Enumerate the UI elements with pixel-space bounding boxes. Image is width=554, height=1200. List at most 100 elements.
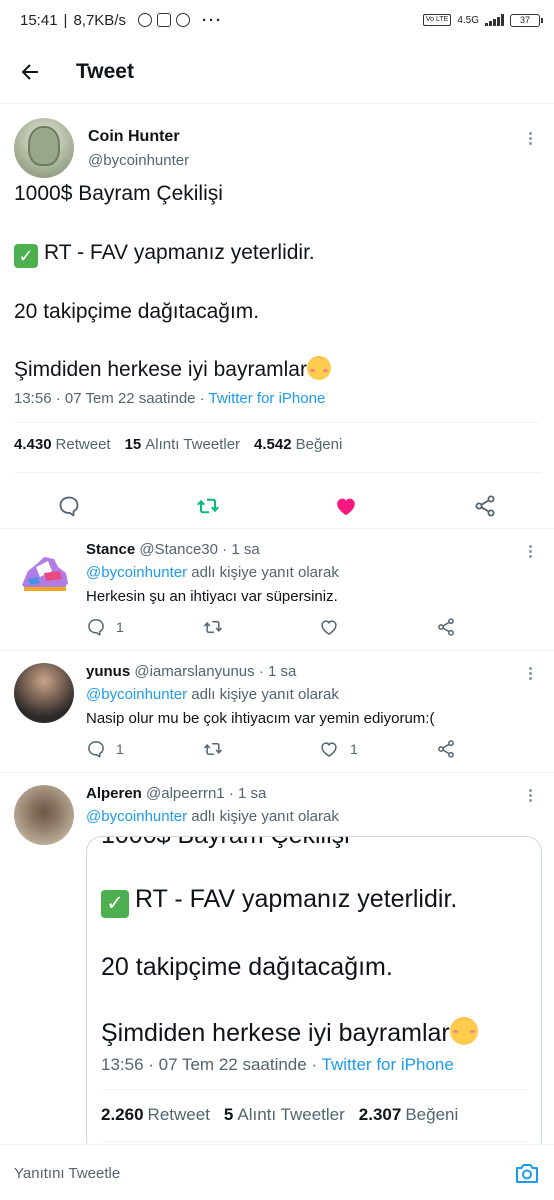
volte-icon: Vo LTE	[422, 14, 452, 26]
quote-count[interactable]: 15 Alıntı Tweetler	[125, 436, 240, 453]
tweet-text-line: 20 takipçime dağıtacağım.	[14, 300, 260, 323]
retweet-count[interactable]: 4.430 Retweet	[14, 436, 111, 453]
reply-time: · 1 sa	[222, 541, 260, 558]
tweet-actions	[0, 484, 554, 528]
share-icon[interactable]	[473, 494, 497, 518]
reply-header: Alperen @alpeerrn1 · 1 sa	[86, 785, 266, 802]
reply-author-handle[interactable]: @alpeerrn1	[146, 785, 225, 802]
reply-text: Herkesin şu an ihtiyacı var süpersiniz.	[86, 588, 338, 605]
reply-author-name[interactable]: Alperen	[86, 785, 142, 802]
tweet-timestamp: 13:56 · 07 Tem 22 saatinde · Twitter for…	[14, 390, 326, 407]
reply-retweet-button[interactable]	[202, 617, 224, 637]
reply-author-handle[interactable]: @iamarslanyunus	[134, 663, 254, 680]
divider	[14, 422, 540, 423]
check-mark-emoji-icon: ✓	[14, 244, 38, 268]
retweet-icon	[203, 621, 223, 633]
reply-share-button[interactable]	[436, 739, 456, 759]
reply-like-button[interactable]	[318, 617, 350, 637]
divider	[101, 1089, 527, 1090]
heart-outline-icon	[321, 742, 337, 757]
reply-comment-count: 1	[116, 619, 124, 635]
embed-text-line: 20 takipçime dağıtacağım.	[101, 953, 393, 981]
app-header: Tweet	[0, 40, 554, 104]
tweet-more-button[interactable]	[520, 128, 540, 148]
reply-more-button[interactable]	[520, 663, 540, 683]
heart-outline-icon	[321, 620, 337, 635]
sneaker-avatar-icon	[22, 557, 68, 591]
reply-more-button[interactable]	[520, 541, 540, 561]
like-filled-icon[interactable]	[334, 494, 358, 518]
tweet-stats: 4.430 Retweet 15 Alıntı Tweetler 4.542 Beğe…	[14, 436, 342, 453]
author-handle[interactable]: @bycoinhunter	[88, 152, 189, 169]
arrow-left-icon	[21, 63, 38, 80]
reply-author-name[interactable]: Stance	[86, 541, 135, 558]
reply-icon	[88, 619, 104, 636]
divider	[14, 472, 540, 473]
reply-author-handle[interactable]: @Stance30	[139, 541, 218, 558]
tweet-source-link[interactable]: Twitter for iPhone	[209, 390, 326, 407]
reply-comment-button[interactable]: 1	[86, 617, 124, 637]
embed-text-line: Şimdiden herkese iyi bayramlar	[101, 1017, 478, 1048]
reply-retweet-button[interactable]	[202, 739, 224, 759]
reply-avatar[interactable]	[14, 785, 74, 845]
reply-input[interactable]	[0, 1145, 500, 1200]
check-mark-emoji-icon: ✓	[101, 890, 129, 918]
share-icon	[438, 618, 454, 636]
author-name[interactable]: Coin Hunter	[88, 128, 180, 146]
signal-icon	[485, 14, 504, 26]
reply-avatar[interactable]	[14, 663, 74, 723]
embed-text-line: 1000$ Bayram Çekilişi	[101, 837, 350, 850]
reply-time: · 1 sa	[258, 663, 297, 680]
network-type: 4.5G	[457, 14, 479, 26]
reply-time: · 1 sa	[228, 785, 267, 802]
more-notifications-icon: ···	[201, 11, 223, 29]
reply-icon	[88, 741, 104, 758]
camera-icon[interactable]	[514, 1161, 540, 1185]
status-bar: 15:41 | 8,7KB/s ··· Vo LTE 4.5G 37	[0, 0, 554, 40]
status-time: 15:41	[20, 11, 58, 29]
replying-to: @bycoinhunter adlı kişiye yanıt olarak	[86, 808, 339, 825]
reply-actions: 1 1	[86, 739, 466, 763]
main-tweet: Coin Hunter @bycoinhunter 1000$ Bayram Ç…	[0, 104, 554, 517]
reply-author-name[interactable]: yunus	[86, 663, 130, 680]
mention-link[interactable]: @bycoinhunter	[86, 808, 187, 825]
author-avatar[interactable]	[14, 118, 74, 178]
reply-header: Stance @Stance30 · 1 sa	[86, 541, 260, 558]
reply-tweet[interactable]: Stance @Stance30 · 1 sa @bycoinhunter ad…	[0, 529, 554, 650]
battery-icon: 37	[510, 13, 543, 27]
tweet-text-line: ✓ RT - FAV yapmanız yeterlidir.	[14, 239, 315, 268]
reply-icon[interactable]	[57, 494, 81, 518]
reply-comment-count: 1	[116, 741, 124, 757]
reply-comment-button[interactable]: 1	[86, 739, 124, 759]
divider	[101, 1141, 527, 1142]
reply-tweet[interactable]: yunus @iamarslanyunus · 1 sa @bycoinhunt…	[0, 651, 554, 772]
embed-stats: 2.260 Retweet 5 Alıntı Tweetler 2.307 Beğen…	[101, 1105, 459, 1124]
reply-avatar[interactable]	[14, 543, 74, 603]
share-icon	[438, 740, 454, 758]
replying-to: @bycoinhunter adlı kişiye yanıt olarak	[86, 686, 339, 703]
reply-share-button[interactable]	[436, 617, 456, 637]
whatsapp-icon	[137, 13, 152, 27]
embed-timestamp: 13:56 · 07 Tem 22 saatinde · Twitter for…	[101, 1055, 454, 1074]
reply-like-button[interactable]: 1	[318, 739, 358, 759]
mention-link[interactable]: @bycoinhunter	[86, 564, 187, 581]
tweet-text-line: Şimdiden herkese iyi bayramlar	[14, 356, 331, 384]
mention-link[interactable]: @bycoinhunter	[86, 686, 187, 703]
reply-text: Nasip olur mu be çok ihtiyacım var yemin…	[86, 710, 435, 727]
retweet-icon[interactable]	[196, 494, 220, 518]
back-button[interactable]	[0, 40, 62, 104]
replying-to: @bycoinhunter adlı kişiye yanıt olarak	[86, 564, 339, 581]
reply-like-count: 1	[350, 741, 358, 757]
smiling-face-emoji-icon	[449, 1017, 478, 1045]
status-speed: 8,7KB/s	[73, 11, 126, 29]
reply-composer	[0, 1144, 554, 1200]
reply-image[interactable]: 1000$ Bayram Çekilişi ✓RT - FAV yapmanız…	[86, 836, 542, 1156]
tweet-author: Coin Hunter @bycoinhunter	[0, 104, 554, 180]
reply-actions: 1	[86, 617, 466, 641]
page-title: Tweet	[76, 59, 134, 83]
reply-more-button[interactable]	[520, 785, 540, 805]
language-icon	[175, 13, 190, 27]
like-count[interactable]: 4.542 Beğeni	[254, 436, 342, 453]
reply-header: yunus @iamarslanyunus · 1 sa	[86, 663, 296, 680]
retweet-icon	[203, 743, 223, 755]
